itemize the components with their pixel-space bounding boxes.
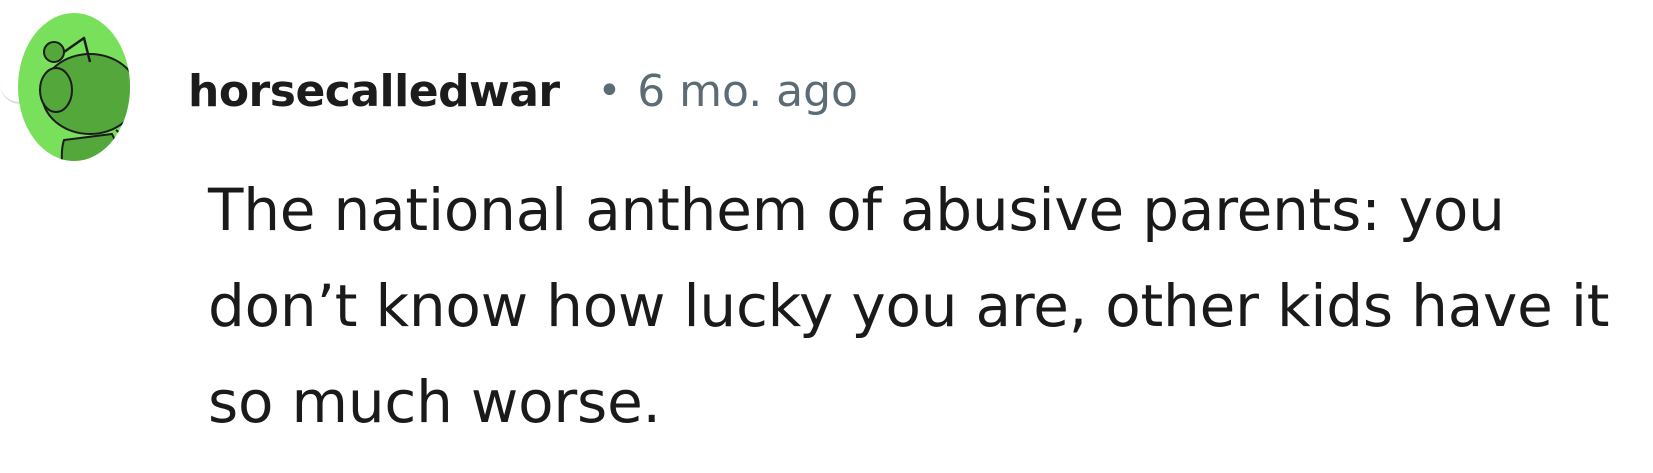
comment-body: The national anthem of abusive parents: … xyxy=(208,176,1610,436)
comment-meta: horsecalledwar • 6 mo. ago xyxy=(188,56,858,126)
snoo-avatar-icon xyxy=(18,13,130,161)
comment: horsecalledwar • 6 mo. ago The national … xyxy=(0,0,1653,473)
username-link[interactable]: horsecalledwar xyxy=(188,66,560,117)
timestamp[interactable]: 6 mo. ago xyxy=(637,66,858,117)
meta-separator: • xyxy=(597,68,622,114)
avatar[interactable] xyxy=(16,12,132,162)
